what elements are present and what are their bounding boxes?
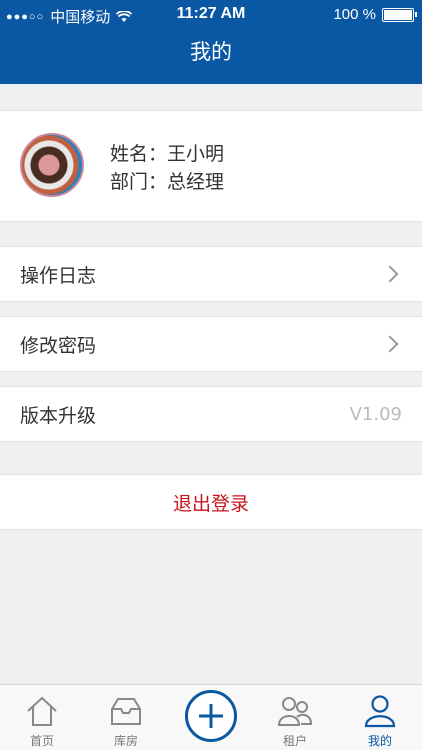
tab-home[interactable]: 首页 xyxy=(0,685,84,750)
top-bar: ●●●○○ 中国移动 11:27 AM 100 % 我的 xyxy=(0,0,422,84)
add-button[interactable] xyxy=(185,690,237,742)
tab-warehouse-label: 库房 xyxy=(113,734,138,748)
user-icon xyxy=(364,695,396,728)
plus-icon xyxy=(199,704,223,728)
tab-mine[interactable]: 我的 xyxy=(338,685,422,750)
battery-percent: 100 % xyxy=(333,6,376,23)
change-password-label: 修改密码 xyxy=(20,334,97,357)
home-icon xyxy=(27,696,57,726)
chevron-right-icon xyxy=(381,335,399,353)
logout-button[interactable]: 退出登录 xyxy=(0,474,422,530)
change-password-item[interactable]: 修改密码 xyxy=(0,316,422,372)
status-bar: ●●●○○ 中国移动 11:27 AM 100 % xyxy=(0,0,422,30)
tab-home-label: 首页 xyxy=(29,734,54,748)
tab-mine-label: 我的 xyxy=(367,734,392,748)
profile-card: 姓名：王小明 部门：总经理 xyxy=(0,110,422,222)
tab-tenants[interactable]: 租户 xyxy=(253,685,337,750)
avatar xyxy=(20,133,84,197)
user-name: 姓名：王小明 xyxy=(110,143,225,165)
operation-log-item[interactable]: 操作日志 xyxy=(0,246,422,302)
tab-tenants-label: 租户 xyxy=(282,734,307,748)
user-department: 部门：总经理 xyxy=(110,171,225,193)
version-upgrade-item[interactable]: 版本升级 V1.09 xyxy=(0,386,422,442)
version-upgrade-label: 版本升级 xyxy=(20,404,97,427)
page-title: 我的 xyxy=(190,40,232,64)
tab-warehouse[interactable]: 库房 xyxy=(84,685,168,750)
warehouse-box-icon xyxy=(111,698,141,725)
tenants-icon xyxy=(277,697,313,726)
battery-icon xyxy=(382,7,417,22)
chevron-right-icon xyxy=(381,265,399,283)
operation-log-label: 操作日志 xyxy=(20,264,97,287)
version-number: V1.09 xyxy=(349,403,402,425)
